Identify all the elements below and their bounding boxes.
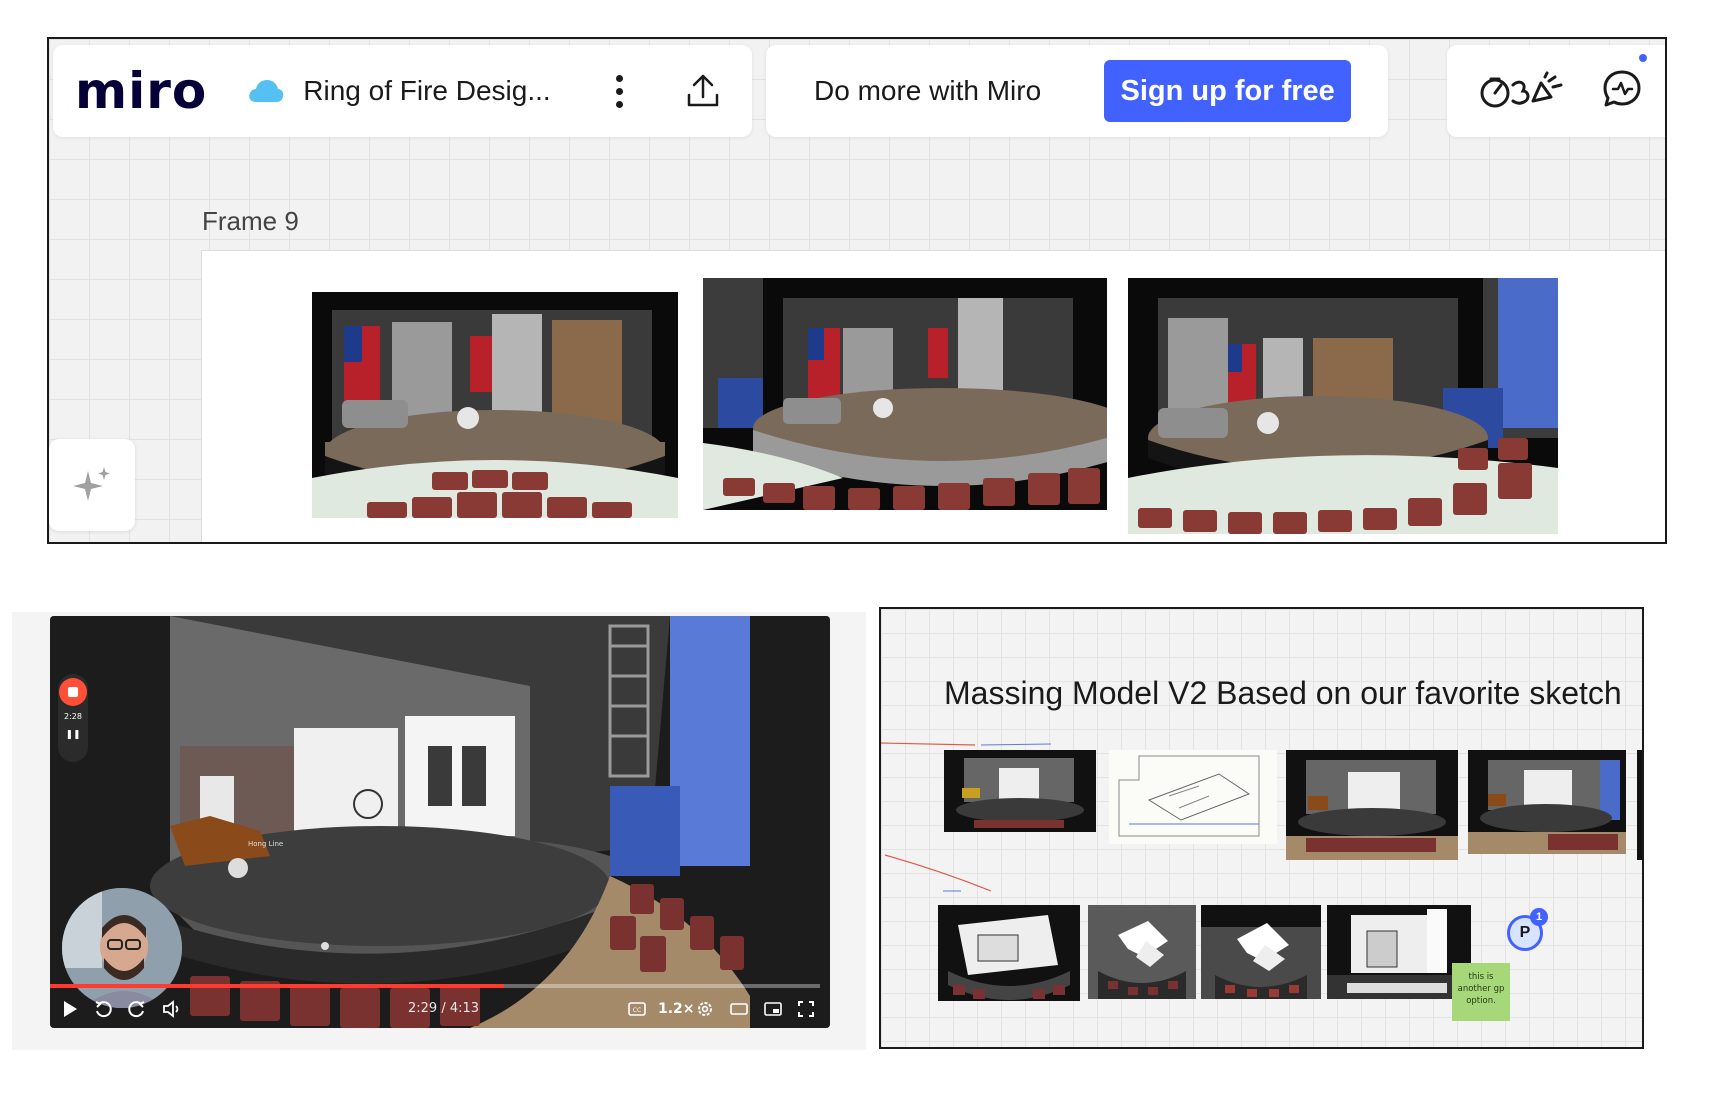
video-player[interactable]: Hong Line 2:28 ❚❚ 2:29 / 4:13 CC 1.2× bbox=[50, 616, 830, 1028]
frame-label[interactable]: Frame 9 bbox=[202, 206, 299, 237]
rewind-icon[interactable] bbox=[94, 1000, 112, 1018]
notification-dot bbox=[1639, 53, 1647, 62]
collaborator-avatar[interactable]: P 1 bbox=[1507, 908, 1548, 951]
cloud-icon bbox=[249, 80, 284, 102]
volume-icon[interactable] bbox=[162, 1000, 182, 1018]
video-panel: Hong Line 2:28 ❚❚ 2:29 / 4:13 CC 1.2× bbox=[12, 612, 866, 1050]
video-time: 2:29 / 4:13 bbox=[408, 1001, 480, 1016]
ai-sparkle-button[interactable] bbox=[49, 439, 135, 531]
massing-thumb-5-partial[interactable] bbox=[1637, 750, 1642, 860]
sparkle-icon bbox=[73, 467, 110, 501]
miro-logo[interactable]: miro bbox=[75, 62, 207, 120]
fullscreen-icon[interactable] bbox=[798, 1001, 814, 1017]
sign-up-button[interactable]: Sign up for free bbox=[1104, 60, 1352, 122]
stage-render-left[interactable] bbox=[703, 278, 1107, 510]
massing-thumb-6[interactable] bbox=[938, 905, 1080, 1001]
massing-model-board[interactable]: Massing Model V2 Based on our favorite s… bbox=[879, 607, 1644, 1049]
frame-9[interactable] bbox=[201, 250, 1665, 542]
miro-board-panel: miro Ring of Fire Desig... Do more with … bbox=[47, 37, 1667, 544]
recording-time: 2:28 bbox=[64, 712, 82, 721]
play-icon[interactable] bbox=[62, 1000, 78, 1018]
upload-share-icon[interactable] bbox=[683, 71, 723, 111]
recording-controls: 2:28 ❚❚ bbox=[58, 674, 88, 762]
forward-icon[interactable] bbox=[128, 1000, 146, 1018]
playback-speed[interactable]: 1.2× bbox=[658, 1001, 695, 1017]
sticky-note[interactable]: this is another gp option. bbox=[1452, 963, 1510, 1021]
board-name[interactable]: Ring of Fire Desig... bbox=[303, 75, 573, 107]
massing-thumb-1[interactable] bbox=[944, 750, 1096, 832]
stage-annotation-label: Hong Line bbox=[248, 840, 283, 848]
chat-icon[interactable] bbox=[1601, 53, 1647, 115]
captions-icon[interactable]: CC bbox=[628, 1002, 646, 1016]
pause-recording-icon[interactable]: ❚❚ bbox=[65, 729, 80, 740]
massing-thumb-9[interactable] bbox=[1327, 905, 1471, 999]
video-controls: 2:29 / 4:13 CC 1.2× bbox=[50, 988, 830, 1028]
massing-thumb-8[interactable] bbox=[1201, 905, 1321, 999]
stage-render-right[interactable] bbox=[1128, 278, 1558, 534]
theater-mode-icon[interactable] bbox=[730, 1002, 748, 1016]
board-toolbar: miro Ring of Fire Desig... bbox=[53, 45, 752, 137]
more-options-icon[interactable] bbox=[613, 74, 625, 108]
reactions-icon[interactable] bbox=[1479, 71, 1565, 111]
promo-text: Do more with Miro bbox=[814, 75, 1042, 106]
massing-thumb-7[interactable] bbox=[1088, 905, 1196, 999]
svg-text:CC: CC bbox=[633, 1007, 641, 1014]
avatar-badge: 1 bbox=[1530, 908, 1548, 926]
massing-thumb-sketch[interactable] bbox=[1109, 750, 1277, 844]
settings-icon[interactable] bbox=[696, 1000, 714, 1018]
massing-thumb-3[interactable] bbox=[1286, 750, 1458, 860]
collab-toolbar bbox=[1447, 45, 1665, 137]
miniplayer-icon[interactable] bbox=[764, 1002, 782, 1016]
stage-render-front[interactable] bbox=[312, 292, 678, 518]
avatar-initial: P bbox=[1519, 924, 1531, 941]
stop-recording-button[interactable] bbox=[59, 678, 87, 706]
promo-bar: Do more with Miro Sign up for free bbox=[766, 45, 1388, 137]
massing-thumb-4[interactable] bbox=[1468, 750, 1626, 854]
